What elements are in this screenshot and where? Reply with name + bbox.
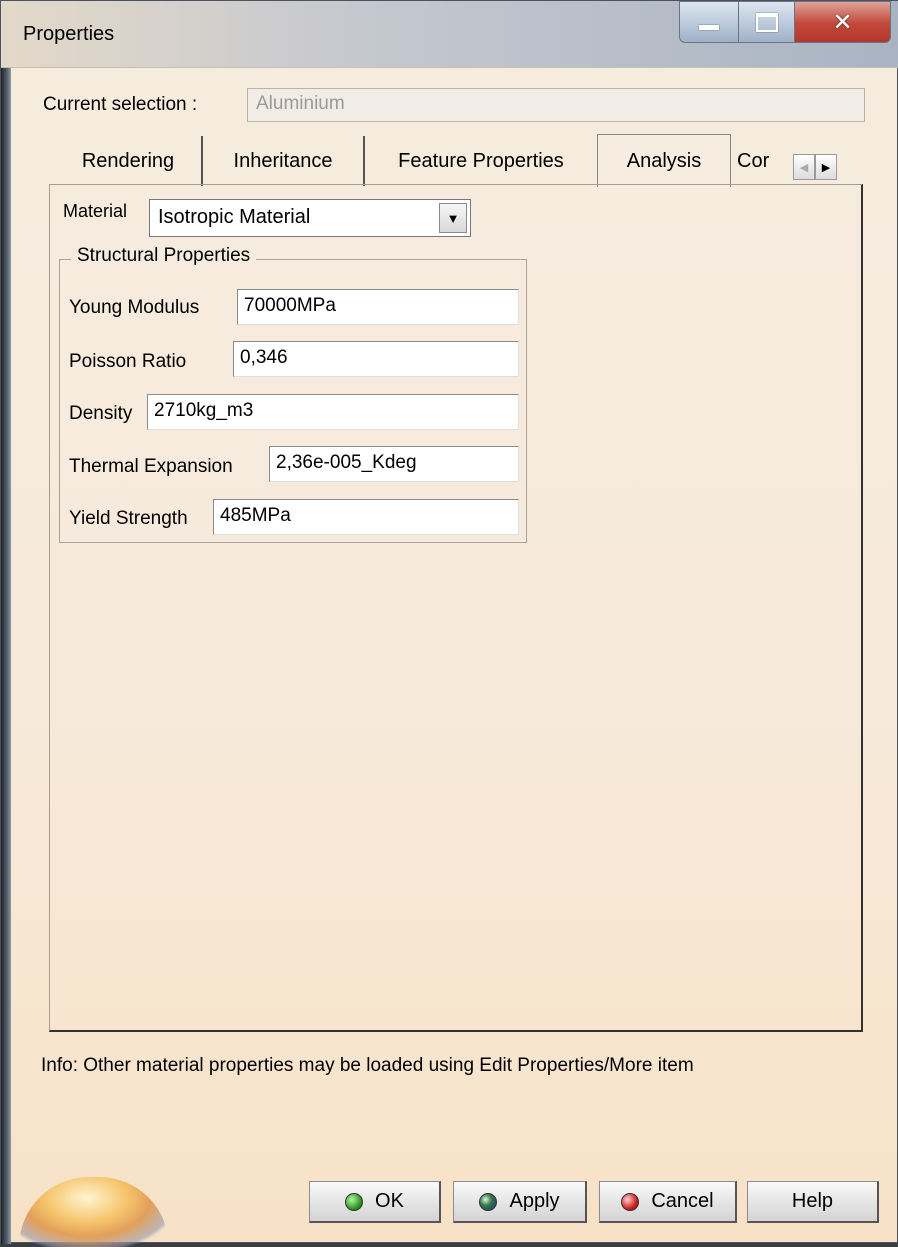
material-label: Material bbox=[63, 201, 128, 221]
structural-properties-title: Structural Properties bbox=[71, 245, 257, 267]
cancel-button[interactable]: Cancel bbox=[599, 1181, 737, 1223]
yield-strength-field[interactable]: 485MPa bbox=[213, 499, 519, 535]
chevron-down-icon[interactable]: ▼ bbox=[439, 203, 467, 233]
young-modulus-field[interactable]: 70000MPa bbox=[237, 289, 519, 325]
close-button[interactable]: ✕ bbox=[795, 1, 891, 43]
help-button[interactable]: Help bbox=[747, 1181, 879, 1223]
minimize-button[interactable] bbox=[679, 1, 739, 43]
apply-button[interactable]: Apply bbox=[453, 1181, 587, 1223]
ok-status-icon bbox=[345, 1192, 364, 1211]
apply-status-icon bbox=[479, 1192, 498, 1211]
material-select-value: Isotropic Material bbox=[158, 206, 311, 228]
ok-button[interactable]: OK bbox=[309, 1181, 441, 1223]
current-selection-label: Current selection : bbox=[43, 94, 198, 115]
yield-strength-label: Yield Strength bbox=[69, 508, 188, 529]
help-button-label: Help bbox=[791, 1190, 834, 1212]
logo-icon bbox=[19, 1177, 169, 1247]
close-icon: ✕ bbox=[832, 8, 853, 36]
title-bar[interactable]: Properties ✕ bbox=[1, 1, 898, 68]
tab-analysis[interactable]: Analysis bbox=[597, 134, 731, 187]
window-edge bbox=[1, 1, 11, 1244]
tab-rendering[interactable]: Rendering bbox=[55, 136, 203, 186]
material-select[interactable]: Isotropic Material ▼ bbox=[149, 199, 471, 237]
density-label: Density bbox=[69, 403, 133, 424]
tab-inheritance[interactable]: Inheritance bbox=[203, 136, 365, 186]
apply-button-label: Apply bbox=[509, 1190, 560, 1212]
arrow-right-icon: ▶ bbox=[821, 160, 831, 174]
cancel-status-icon bbox=[621, 1192, 640, 1211]
maximize-button[interactable] bbox=[739, 1, 795, 43]
thermal-expansion-field[interactable]: 2,36e-005_Kdeg bbox=[269, 446, 519, 482]
info-text: Info: Other material properties may be l… bbox=[41, 1055, 694, 1076]
poisson-ratio-field[interactable]: 0,346 bbox=[233, 341, 519, 377]
ok-button-label: OK bbox=[375, 1190, 404, 1212]
tab-scroll-arrows: ◀ ▶ bbox=[793, 154, 837, 180]
density-field[interactable]: 2710kg_m3 bbox=[147, 394, 519, 430]
tab-feature-properties[interactable]: Feature Properties bbox=[365, 136, 597, 186]
properties-dialog: Properties ✕ Current selection : Alumini… bbox=[0, 0, 898, 1247]
maximize-icon bbox=[755, 12, 778, 32]
tab-scroll-right-button[interactable]: ▶ bbox=[815, 154, 837, 180]
tab-scroll-left-button[interactable]: ◀ bbox=[793, 154, 815, 180]
thermal-expansion-label: Thermal Expansion bbox=[69, 456, 233, 477]
arrow-left-icon: ◀ bbox=[799, 160, 809, 174]
minimize-icon bbox=[699, 24, 719, 30]
tab-cor[interactable]: Cor bbox=[733, 136, 789, 186]
poisson-ratio-label: Poisson Ratio bbox=[69, 351, 187, 372]
window-title: Properties bbox=[23, 23, 115, 45]
current-selection-field[interactable]: Aluminium bbox=[247, 88, 865, 122]
young-modulus-label: Young Modulus bbox=[69, 297, 200, 318]
cancel-button-label: Cancel bbox=[651, 1190, 714, 1212]
window-controls: ✕ bbox=[679, 1, 891, 47]
